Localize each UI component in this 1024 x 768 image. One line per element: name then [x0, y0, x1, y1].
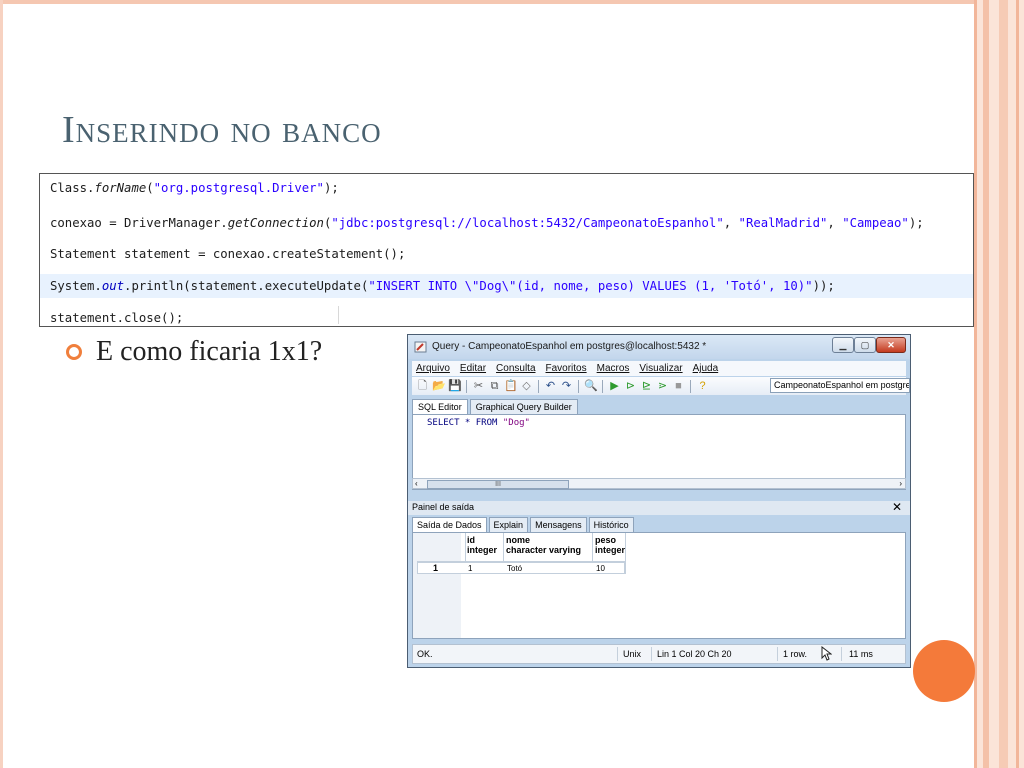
- status-execution-time: 11 ms: [849, 649, 873, 659]
- save-icon[interactable]: 💾: [448, 380, 462, 393]
- text-cursor-mark: [338, 306, 339, 324]
- data-output-grid: id integer nome character varying peso inte…: [412, 532, 906, 639]
- column-header-peso[interactable]: peso integer: [595, 535, 625, 555]
- menu-arquivo[interactable]: Arquivo: [416, 363, 450, 374]
- output-panel-header: Painel de saída ✕: [408, 500, 910, 515]
- close-button[interactable]: ✕: [876, 337, 906, 353]
- menu-editar[interactable]: Editar: [460, 363, 486, 374]
- bullet-text: E como ficaria 1x1?: [96, 336, 323, 367]
- scroll-right-icon[interactable]: ›: [899, 479, 902, 488]
- stop-icon[interactable]: ■: [672, 380, 685, 393]
- cell-id[interactable]: 1: [468, 564, 472, 573]
- slide-left-border: [0, 0, 3, 768]
- maximize-button[interactable]: ▢: [854, 337, 876, 353]
- status-line-ending: Unix: [623, 649, 642, 659]
- status-cursor-position: Lin 1 Col 20 Ch 20: [657, 649, 732, 659]
- status-bar: OK. Unix Lin 1 Col 20 Ch 20 1 row. 11 ms: [412, 644, 906, 664]
- menu-visualizar[interactable]: Visualizar: [639, 363, 682, 374]
- execute-to-file-icon[interactable]: ⊵: [640, 380, 653, 393]
- sql-query-text: SELECT * FROM "Dog": [427, 418, 530, 428]
- slide-right-decoration: [974, 0, 1024, 768]
- column-header-id[interactable]: id integer: [467, 535, 497, 555]
- clear-icon[interactable]: ◇: [520, 380, 533, 393]
- tab-sql-editor[interactable]: SQL Editor: [412, 399, 468, 414]
- tab-mensagens[interactable]: Mensagens: [530, 517, 587, 532]
- code-line-4: System.out.println(statement.executeUpda…: [40, 274, 973, 298]
- menu-macros[interactable]: Macros: [597, 363, 630, 374]
- open-folder-icon[interactable]: 📂: [432, 380, 446, 393]
- slide-top-border: [0, 0, 1024, 4]
- output-tab-bar: Saída de Dados Explain Mensagens Históri…: [412, 517, 906, 532]
- menu-bar: Arquivo Editar Consulta Favoritos Macros…: [412, 361, 906, 376]
- bullet-icon: [66, 344, 82, 360]
- editor-horizontal-scrollbar[interactable]: ‹ III ›: [412, 478, 906, 489]
- decorative-orange-circle: [913, 640, 975, 702]
- execute-pgscript-icon[interactable]: ⊳: [624, 380, 637, 393]
- status-row-count: 1 row.: [783, 649, 808, 659]
- redo-icon[interactable]: ↷: [560, 380, 573, 393]
- code-line-3: Statement statement = conexao.createStat…: [50, 247, 406, 261]
- tab-graphical-query-builder[interactable]: Graphical Query Builder: [469, 399, 578, 414]
- tab-saida-de-dados[interactable]: Saída de Dados: [412, 517, 487, 532]
- row-number: 1: [433, 563, 439, 573]
- paste-icon[interactable]: 📋: [504, 380, 518, 393]
- menu-consulta[interactable]: Consulta: [496, 363, 535, 374]
- help-icon[interactable]: ?: [696, 380, 709, 393]
- status-message: OK.: [417, 649, 433, 659]
- code-line-5: statement.close();: [50, 311, 184, 325]
- copy-icon[interactable]: ⧉: [488, 380, 501, 393]
- tab-explain[interactable]: Explain: [488, 517, 529, 532]
- cell-peso[interactable]: 10: [596, 564, 605, 573]
- bullet-item: E como ficaria 1x1?: [66, 336, 322, 368]
- window-title: Query - CampeonatoEspanhol em postgres@l…: [432, 341, 707, 352]
- output-panel-title: Painel de saída: [412, 502, 475, 512]
- execute-icon[interactable]: ▶: [608, 380, 621, 393]
- slide-title: Inserindo no banco: [62, 109, 382, 151]
- code-line-2: conexao = DriverManager.getConnection("j…: [50, 216, 924, 230]
- code-line-1: Class.forName("org.postgresql.Driver");: [50, 181, 339, 195]
- column-header-nome[interactable]: nome character varying: [506, 535, 581, 555]
- cell-nome[interactable]: Totó: [507, 564, 522, 573]
- close-panel-icon[interactable]: ✕: [892, 500, 902, 514]
- new-file-icon[interactable]: 🗋: [416, 380, 429, 393]
- undo-icon[interactable]: ↶: [544, 380, 557, 393]
- connection-select[interactable]: CampeonatoEspanhol em postgres: [770, 378, 910, 393]
- explain-icon[interactable]: ⋗: [656, 380, 669, 393]
- code-block: Class.forName("org.postgresql.Driver"); …: [39, 173, 974, 327]
- tab-historico[interactable]: Histórico: [588, 517, 634, 532]
- pgadmin-query-window: Query - CampeonatoEspanhol em postgres@l…: [407, 334, 911, 668]
- minimize-button[interactable]: ▁: [832, 337, 854, 353]
- menu-ajuda[interactable]: Ajuda: [693, 363, 719, 374]
- find-icon[interactable]: 🔍: [584, 380, 598, 393]
- editor-tab-bar: SQL Editor Graphical Query Builder: [412, 399, 906, 414]
- mouse-pointer-icon: [821, 646, 832, 661]
- toolbar: 🗋 📂 💾 ✂ ⧉ 📋 ◇ ↶ ↷ 🔍 ▶ ⊳ ⊵ ⋗ ■ ? Campeona…: [412, 377, 910, 395]
- menu-favoritos[interactable]: Favoritos: [546, 363, 587, 374]
- window-titlebar[interactable]: Query - CampeonatoEspanhol em postgres@l…: [408, 335, 910, 359]
- scroll-thumb[interactable]: III: [427, 480, 569, 489]
- query-tool-icon: [414, 341, 427, 353]
- scroll-left-icon[interactable]: ‹: [415, 479, 418, 488]
- cut-icon[interactable]: ✂: [472, 380, 485, 393]
